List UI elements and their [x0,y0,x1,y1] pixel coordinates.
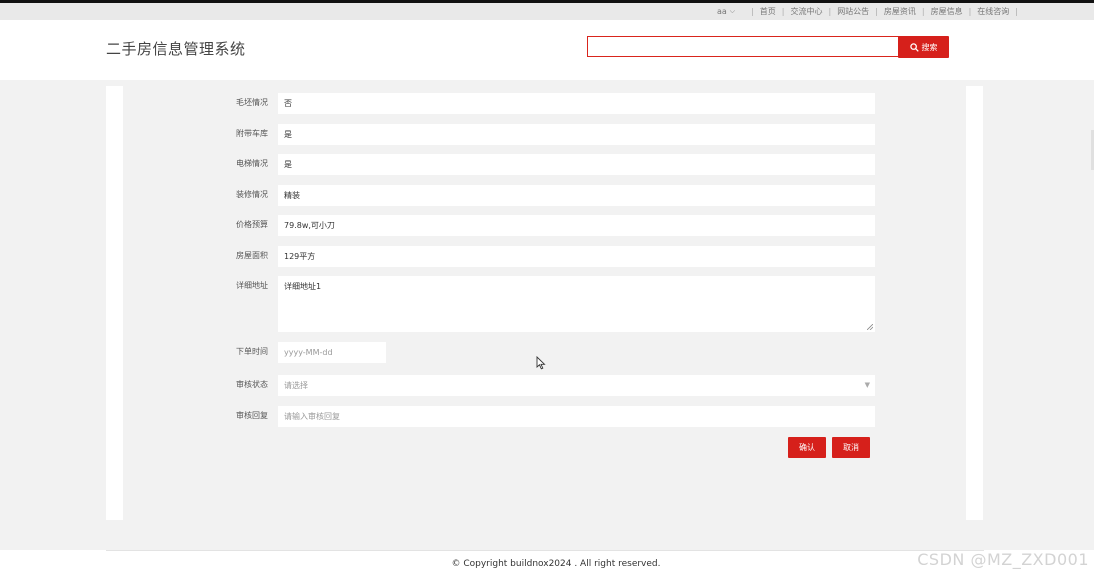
order-time-date-input[interactable]: yyyy-MM-dd [278,342,386,363]
address-value: 详细地址1 [284,282,322,291]
nav-link-forum[interactable]: 交流中心 [790,6,822,17]
content-panel-left-edge [106,86,123,520]
elevator-field[interactable]: 是 [278,154,875,175]
garage-field[interactable]: 是 [278,124,875,145]
label-review-status: 审核状态 [236,380,268,389]
address-textarea[interactable]: 详细地址1 [278,276,875,332]
resize-handle-icon[interactable] [867,324,873,330]
footer-divider [106,550,984,551]
label-garage: 附带车库 [236,129,268,138]
site-title: 二手房信息管理系统 [106,40,246,58]
label-house-area: 房屋面积 [236,251,268,260]
user-menu[interactable]: aa ⌵ [717,7,735,16]
house-area-field[interactable]: 129平方 [278,246,875,267]
label-address: 详细地址 [236,281,268,290]
price-budget-field[interactable]: 79.8w,可小刀 [278,215,875,236]
top-nav-bar: aa ⌵ | 首页 | 交流中心 | 网站公告 | 房屋资讯 | 房屋信息 | … [0,3,1094,20]
search-button-label: 搜索 [921,42,938,52]
header: 二手房信息管理系统 搜索 [0,20,1094,80]
mouse-cursor-icon [536,356,546,370]
csdn-watermark: CSDN @MZ_ZXD001 [917,550,1089,569]
review-status-placeholder: 请选择 [284,381,308,390]
nav-link-consult[interactable]: 在线咨询 [977,6,1009,17]
search-input[interactable] [587,36,901,57]
search-button[interactable]: 搜索 [898,36,949,58]
nav-link-home[interactable]: 首页 [760,6,776,17]
nav-link-news[interactable]: 房屋资讯 [884,6,916,17]
review-status-select[interactable]: 请选择 ▼ [278,375,875,396]
user-name: aa [716,7,727,16]
label-review-reply: 审核回复 [236,411,268,420]
cancel-button[interactable]: 取消 [832,437,870,458]
decoration-field[interactable]: 精装 [278,185,875,206]
label-price-budget: 价格预算 [236,220,268,229]
chevron-down-icon: ⌵ [729,7,736,15]
search-icon [909,42,919,52]
chevron-down-icon: ▼ [864,381,870,389]
rough-condition-field[interactable]: 否 [278,93,875,114]
label-order-time: 下单时间 [236,347,268,356]
confirm-button[interactable]: 确认 [788,437,826,458]
label-elevator: 电梯情况 [236,159,268,168]
label-rough-condition: 毛坯情况 [236,98,268,107]
top-nav-links: aa ⌵ | 首页 | 交流中心 | 网站公告 | 房屋资讯 | 房屋信息 | … [716,6,1018,17]
label-decoration: 装修情况 [236,190,268,199]
nav-link-notice[interactable]: 网站公告 [837,6,869,17]
content-panel-right-edge [966,86,983,520]
review-reply-input[interactable]: 请输入审核回复 [278,406,875,427]
nav-link-house-info[interactable]: 房屋信息 [931,6,963,17]
